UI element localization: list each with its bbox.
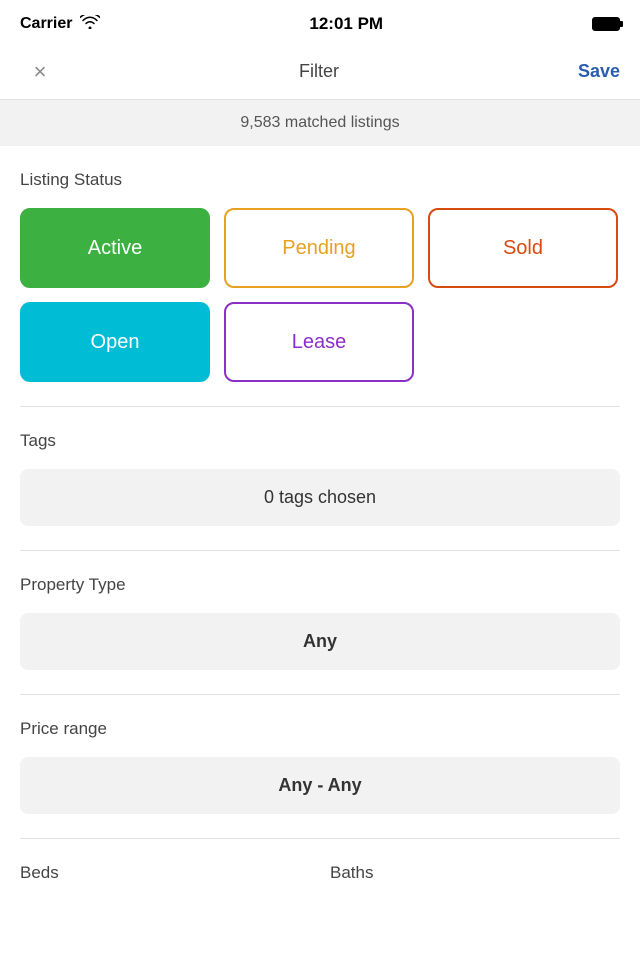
baths-col: Baths xyxy=(330,863,620,883)
property-type-section: Property Type Any xyxy=(20,551,620,670)
pending-button[interactable]: Pending xyxy=(224,208,414,288)
property-type-picker-button[interactable]: Any xyxy=(20,613,620,670)
baths-label: Baths xyxy=(330,863,620,883)
save-button[interactable]: Save xyxy=(578,61,620,82)
status-right xyxy=(592,17,620,31)
nav-bar: × Filter Save xyxy=(0,44,640,100)
battery-icon xyxy=(592,17,620,31)
beds-col: Beds xyxy=(20,863,310,883)
tags-label: Tags xyxy=(20,431,620,451)
beds-label: Beds xyxy=(20,863,310,883)
lease-button[interactable]: Lease xyxy=(224,302,414,382)
listing-status-label: Listing Status xyxy=(20,170,620,190)
active-button[interactable]: Active xyxy=(20,208,210,288)
status-bar: Carrier 12:01 PM xyxy=(0,0,640,44)
open-button[interactable]: Open xyxy=(20,302,210,382)
nav-title: Filter xyxy=(299,61,339,82)
tags-section: Tags 0 tags chosen xyxy=(20,407,620,526)
price-range-label: Price range xyxy=(20,719,620,739)
time-label: 12:01 PM xyxy=(309,14,383,34)
matched-text: 9,583 matched listings xyxy=(240,114,399,131)
beds-baths-row: Beds Baths xyxy=(20,839,620,883)
wifi-icon xyxy=(80,15,100,34)
price-range-picker-button[interactable]: Any - Any xyxy=(20,757,620,814)
status-left: Carrier xyxy=(20,15,100,34)
price-range-section: Price range Any - Any xyxy=(20,695,620,814)
carrier-label: Carrier xyxy=(20,15,72,33)
property-type-label: Property Type xyxy=(20,575,620,595)
tags-picker-button[interactable]: 0 tags chosen xyxy=(20,469,620,526)
listing-status-section: Listing Status Active Pending Sold Open … xyxy=(20,146,620,382)
content: Listing Status Active Pending Sold Open … xyxy=(0,146,640,883)
close-button[interactable]: × xyxy=(20,59,60,85)
sold-button[interactable]: Sold xyxy=(428,208,618,288)
matched-banner: 9,583 matched listings xyxy=(0,100,640,146)
status-buttons-grid: Active Pending Sold Open Lease xyxy=(20,208,620,382)
